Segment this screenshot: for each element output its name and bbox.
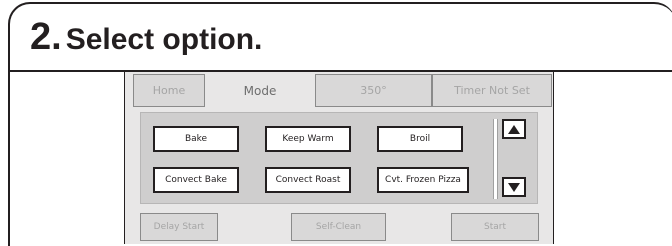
option-keep-warm[interactable]: Keep Warm xyxy=(265,126,351,152)
column-divider-right xyxy=(553,72,554,244)
tab-mode[interactable]: Mode xyxy=(205,74,315,107)
step-heading: Select option. xyxy=(65,23,263,56)
option-convect-bake[interactable]: Convect Bake xyxy=(153,167,239,193)
self-clean-button[interactable]: Self-Clean xyxy=(291,213,386,241)
scroll-down-button[interactable] xyxy=(502,177,526,197)
option-broil[interactable]: Broil xyxy=(377,126,463,152)
scrollbar-track[interactable] xyxy=(493,119,498,199)
step-number: 2. xyxy=(30,16,62,58)
step-title: 2. Select option. xyxy=(30,16,262,59)
start-button[interactable]: Start xyxy=(451,213,539,241)
tab-home[interactable]: Home xyxy=(133,74,205,107)
arrow-up-icon xyxy=(508,124,520,134)
scroll-up-button[interactable] xyxy=(502,119,526,139)
tab-bar: Home Mode 350° Timer Not Set xyxy=(133,74,552,109)
option-convect-roast[interactable]: Convect Roast xyxy=(265,167,351,193)
option-cvt-frozen-pizza[interactable]: Cvt. Frozen Pizza xyxy=(377,167,469,193)
delay-start-button[interactable]: Delay Start xyxy=(140,213,218,241)
tab-temperature[interactable]: 350° xyxy=(315,74,432,107)
tab-timer[interactable]: Timer Not Set xyxy=(432,74,552,107)
arrow-down-icon xyxy=(508,182,520,192)
option-bake[interactable]: Bake xyxy=(153,126,239,152)
